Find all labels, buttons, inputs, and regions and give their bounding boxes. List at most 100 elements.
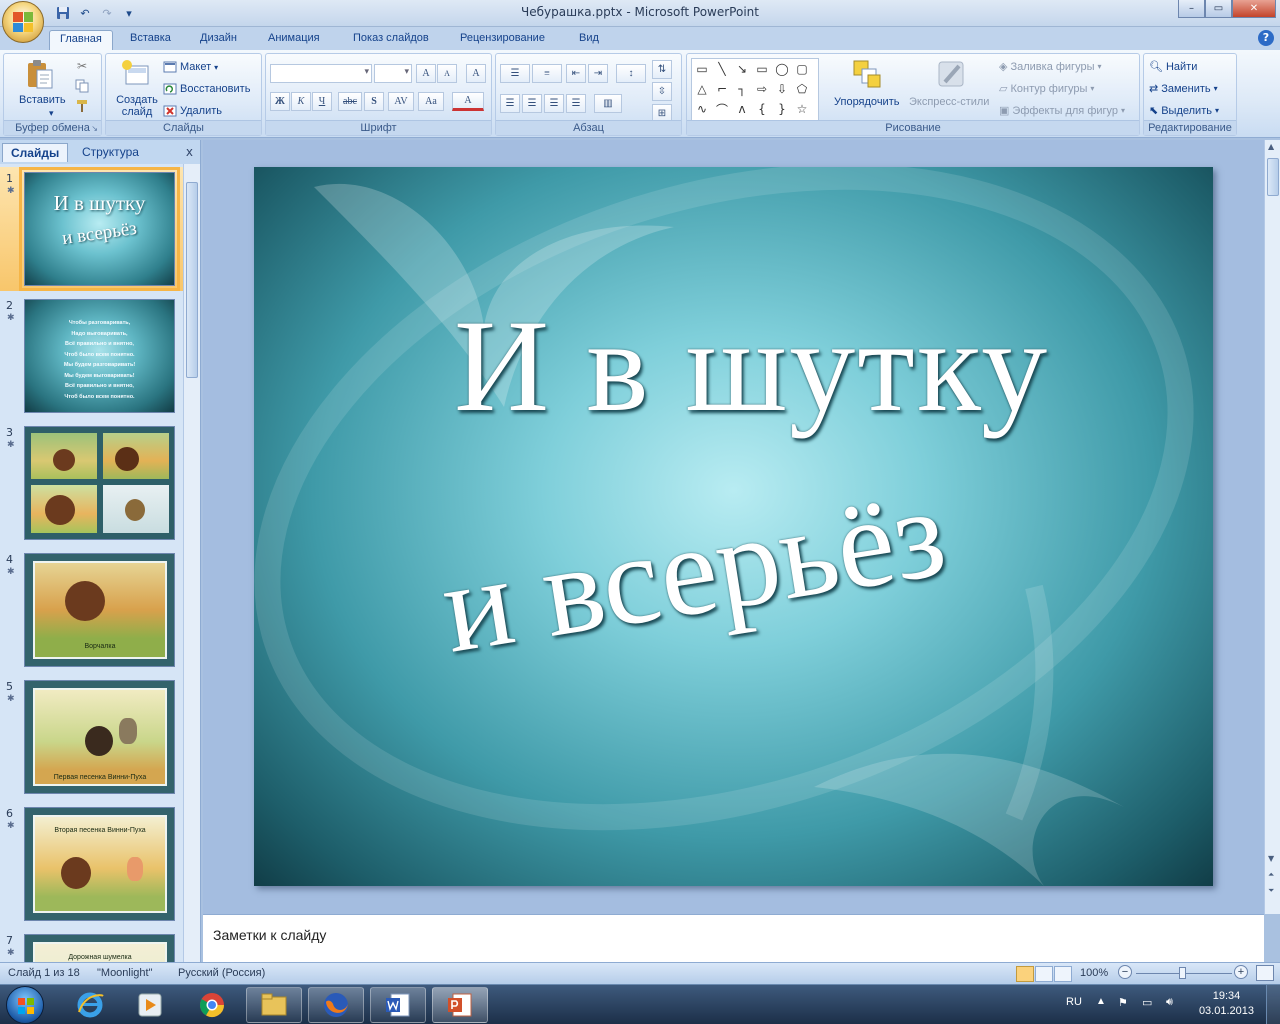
volume-icon[interactable]: 🔊︎ xyxy=(1166,996,1173,1009)
fit-slide-icon[interactable] xyxy=(1256,965,1274,981)
numbering-icon[interactable]: ≡ xyxy=(532,64,562,83)
oval-shape-icon[interactable]: ◯ xyxy=(774,61,790,77)
text-direction-icon[interactable]: ⇅ xyxy=(652,60,672,79)
font-family-combo[interactable] xyxy=(270,64,372,83)
help-icon[interactable]: ? xyxy=(1258,30,1274,46)
quick-styles-button[interactable]: Экспресс-стили xyxy=(909,96,989,108)
zoom-level[interactable]: 100% xyxy=(1080,967,1108,979)
find-button[interactable]: 🔍︎ Найти xyxy=(1149,60,1197,74)
align-text-icon[interactable]: ⇳ xyxy=(652,82,672,101)
bold-button[interactable]: Ж xyxy=(270,92,290,111)
layout-button[interactable]: Макет ▾ xyxy=(163,60,218,74)
paste-dropdown-icon[interactable]: ▾ xyxy=(49,108,54,119)
format-painter-icon[interactable] xyxy=(74,98,90,114)
bullets-icon[interactable]: ☰ xyxy=(500,64,530,83)
arrow-line-shape-icon[interactable]: ↘ xyxy=(734,61,750,77)
close-button[interactable]: ✕ xyxy=(1232,0,1276,18)
freeform-shape-icon[interactable]: ʌ xyxy=(734,101,750,117)
font-size-combo[interactable] xyxy=(374,64,412,83)
office-button[interactable] xyxy=(2,1,44,43)
shape-fill-button[interactable]: ◈ Заливка фигуры ▾ xyxy=(999,60,1102,74)
arrange-button[interactable]: Упорядочить xyxy=(834,96,899,108)
language-indicator[interactable]: RU xyxy=(1066,996,1082,1008)
next-slide-icon[interactable]: ⏷ xyxy=(1268,886,1274,896)
taskbar-word-icon[interactable] xyxy=(370,987,426,1023)
tab-review[interactable]: Рецензирование xyxy=(450,30,555,50)
scrollbar-thumb[interactable] xyxy=(1267,158,1279,196)
minimize-button[interactable]: – xyxy=(1178,0,1205,18)
paste-button[interactable]: Вставить xyxy=(19,94,66,106)
zoom-in-button[interactable]: + xyxy=(1234,965,1248,979)
slide-title-line1[interactable]: И в шутку xyxy=(272,289,1213,442)
copy-icon[interactable] xyxy=(74,78,90,94)
line-shape-icon[interactable]: ╲ xyxy=(714,61,730,77)
textbox-shape-icon[interactable]: ▭ xyxy=(694,61,710,77)
italic-button[interactable]: К xyxy=(291,92,311,111)
normal-view-button[interactable] xyxy=(1016,966,1034,982)
restore-button[interactable]: ▭ xyxy=(1205,0,1232,18)
dialog-launcher-icon[interactable]: ↘ xyxy=(91,124,98,133)
show-hidden-icons-icon[interactable]: ▲ xyxy=(1096,996,1106,1007)
tab-animation[interactable]: Анимация xyxy=(258,30,330,50)
replace-button[interactable]: ⇄ Заменить ▾ xyxy=(1149,82,1218,96)
grow-font-button[interactable]: A xyxy=(416,64,436,83)
tab-slides[interactable]: Слайды xyxy=(2,143,69,162)
thumbnails-scrollbar[interactable] xyxy=(183,164,200,962)
shadow-button[interactable]: S xyxy=(364,92,384,111)
line-spacing-icon[interactable]: ↕ xyxy=(616,64,646,83)
notes-placeholder[interactable]: Заметки к слайду xyxy=(213,927,326,943)
tab-design[interactable]: Дизайн xyxy=(190,30,247,50)
increase-indent-icon[interactable]: ⇥ xyxy=(588,64,608,83)
align-right-icon[interactable]: ☰ xyxy=(544,94,564,113)
network-icon[interactable]: ▭ xyxy=(1142,996,1152,1009)
taskbar-firefox-icon[interactable] xyxy=(308,987,364,1023)
change-case-button[interactable]: Aa xyxy=(418,92,444,111)
decrease-indent-icon[interactable]: ⇤ xyxy=(566,64,586,83)
taskbar-explorer-icon[interactable] xyxy=(246,987,302,1023)
taskbar-chrome-icon[interactable] xyxy=(184,987,240,1023)
close-panel-icon[interactable]: x xyxy=(186,145,193,159)
align-left-icon[interactable]: ☰ xyxy=(500,94,520,113)
shrink-font-button[interactable]: A xyxy=(437,64,457,83)
shapes-gallery[interactable]: ▭ ╲ ↘ ▭ ◯ ▢ △ ⌐ ┐ ⇨ ⇩ ⬠ ∿ ⌒ ʌ { } ☆ xyxy=(691,58,819,122)
underline-button[interactable]: Ч xyxy=(312,92,332,111)
connector-icon[interactable]: ┐ xyxy=(734,81,750,97)
triangle-shape-icon[interactable]: △ xyxy=(694,81,710,97)
slide-sorter-view-button[interactable] xyxy=(1035,966,1053,982)
font-color-button[interactable]: A xyxy=(452,92,484,111)
arc-shape-icon[interactable]: ⌒ xyxy=(714,101,730,117)
delete-slide-button[interactable]: Удалить xyxy=(163,104,222,118)
align-center-icon[interactable]: ☰ xyxy=(522,94,542,113)
taskbar-powerpoint-icon[interactable] xyxy=(432,987,488,1023)
curve-shape-icon[interactable]: ∿ xyxy=(694,101,710,117)
char-spacing-button[interactable]: AV xyxy=(388,92,414,111)
slideshow-view-button[interactable] xyxy=(1054,966,1072,982)
justify-icon[interactable]: ☰ xyxy=(566,94,586,113)
scroll-down-icon[interactable]: ▼ xyxy=(1268,854,1274,863)
language-status[interactable]: Русский (Россия) xyxy=(178,967,265,979)
star-shape-icon[interactable]: ☆ xyxy=(794,101,810,117)
zoom-out-button[interactable]: − xyxy=(1118,965,1132,979)
scroll-up-icon[interactable]: ▲ xyxy=(1268,142,1274,151)
brace-shape-icon[interactable]: { xyxy=(754,101,770,117)
slide-canvas[interactable]: И в шутку и всерьёз xyxy=(254,167,1213,886)
notes-pane[interactable]: Заметки к слайду xyxy=(203,914,1264,962)
right-arrow-shape-icon[interactable]: ⇨ xyxy=(754,81,770,97)
taskbar-ie-icon[interactable] xyxy=(62,987,118,1023)
rectangle-shape-icon[interactable]: ▭ xyxy=(754,61,770,77)
action-center-flag-icon[interactable]: ⚑ xyxy=(1118,996,1128,1009)
reset-button[interactable]: Восстановить xyxy=(163,82,250,96)
start-button[interactable] xyxy=(6,986,44,1024)
shape-outline-button[interactable]: ▱ Контур фигуры ▾ xyxy=(999,82,1094,96)
rounded-rect-shape-icon[interactable]: ▢ xyxy=(794,61,810,77)
brace-close-shape-icon[interactable]: } xyxy=(774,101,790,117)
zoom-slider-thumb[interactable] xyxy=(1179,967,1186,979)
new-slide-button[interactable]: Создать слайд xyxy=(114,94,160,118)
pentagon-shape-icon[interactable]: ⬠ xyxy=(794,81,810,97)
down-arrow-shape-icon[interactable]: ⇩ xyxy=(774,81,790,97)
tab-slideshow[interactable]: Показ слайдов xyxy=(343,30,439,50)
select-button[interactable]: ⬉ Выделить ▾ xyxy=(1149,104,1219,118)
tab-insert[interactable]: Вставка xyxy=(120,30,181,50)
columns-icon[interactable]: ▥ xyxy=(594,94,622,113)
strikethrough-button[interactable]: abc xyxy=(338,92,362,111)
